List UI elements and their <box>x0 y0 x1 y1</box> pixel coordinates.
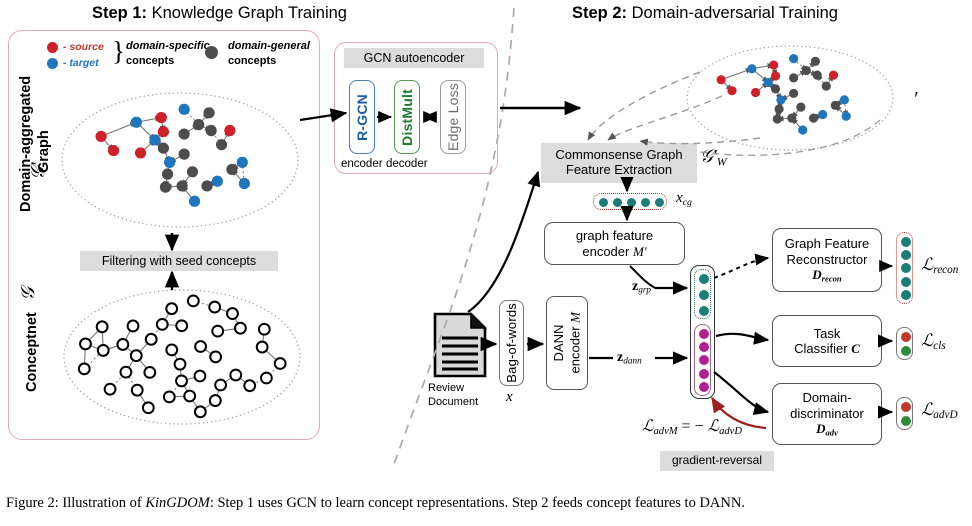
dashed-link-4 <box>700 120 880 155</box>
caption-rest: : Step 1 uses GCN to learn concept repre… <box>210 495 745 511</box>
arrow-concat-to-reconstructor <box>714 258 768 278</box>
step2-graph-nodes <box>717 54 851 135</box>
diagram-vector-layer: 𝊢′ <box>0 0 972 526</box>
arrow-concat-to-discriminator <box>714 372 768 412</box>
aggregated-graph-ellipse <box>62 93 298 227</box>
dashed-link-3 <box>640 138 760 144</box>
step-divider <box>392 8 514 470</box>
caption-model: KinGDOM <box>145 495 209 511</box>
step2-graph-symbol: 𝊢′ <box>913 88 918 110</box>
figure-caption: Figure 2: Illustration of KinGDOM: Step … <box>6 495 966 512</box>
arrow-concat-to-classifier <box>716 334 768 340</box>
caption-prefix: Figure 2: <box>6 495 59 511</box>
caption-text: Illustration of <box>59 495 146 511</box>
aggregated-graph-nodes <box>95 104 249 207</box>
dashed-link-1 <box>588 72 700 140</box>
arrow-graph-to-gcn <box>300 113 346 120</box>
dashed-link-2 <box>608 96 722 140</box>
line-gfe-to-zgrp <box>630 266 655 288</box>
conceptnet-graph-nodes <box>79 295 286 417</box>
gradient-reversal-arrow <box>712 398 766 428</box>
conceptnet-ellipse <box>64 290 300 424</box>
arrow-doc-to-extraction <box>468 172 538 312</box>
